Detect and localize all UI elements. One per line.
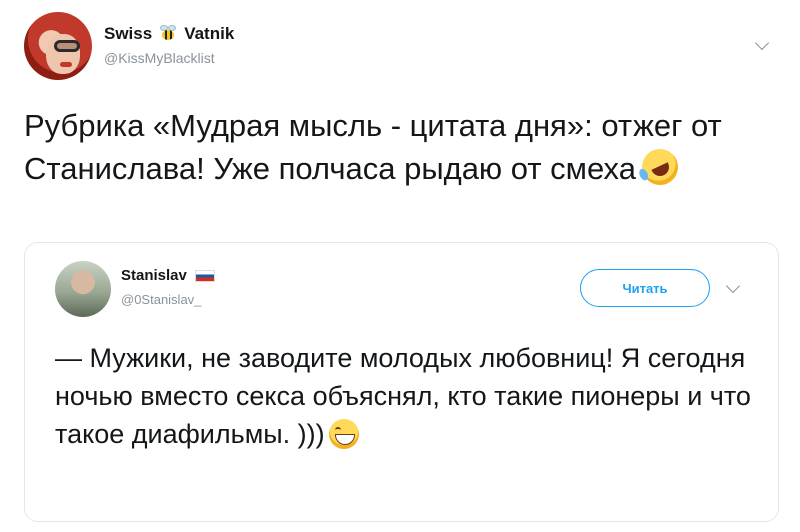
grinning-face-icon	[328, 419, 359, 449]
tweet-text: Рубрика «Мудрая мысль - цитата дня»: отж…	[24, 104, 784, 191]
quoted-author[interactable]: Stanislav @0Stanislav_	[121, 267, 215, 307]
tweet-author[interactable]: Swiss Vatnik @KissMyBlacklist	[104, 24, 234, 66]
avatar-glasses	[54, 40, 80, 52]
author-name-row[interactable]: Swiss Vatnik	[104, 24, 234, 44]
tweet: Swiss Vatnik @KissMyBlacklist Рубрика «М…	[0, 0, 800, 532]
russian-flag-icon	[194, 269, 215, 282]
bee-icon	[158, 24, 178, 44]
quoted-handle[interactable]: @0Stanislav_	[121, 292, 215, 307]
follow-button[interactable]: Читать	[580, 269, 710, 307]
author-name-part2[interactable]: Vatnik	[184, 24, 234, 44]
quoted-text-content: — Мужики, не заводите молодых любовниц! …	[55, 343, 751, 449]
quoted-tweet-card[interactable]: Stanislav @0Stanislav_ Читать — Мужики, …	[24, 242, 779, 522]
chevron-down-icon[interactable]	[725, 279, 743, 297]
rolling-on-floor-laughing-icon	[636, 143, 684, 191]
author-name-part1[interactable]: Swiss	[104, 24, 152, 44]
tweet-text-content: Рубрика «Мудрая мысль - цитата дня»: отж…	[24, 108, 722, 186]
chevron-down-icon[interactable]	[754, 36, 772, 54]
avatar-lips	[60, 62, 72, 67]
quoted-avatar[interactable]	[55, 261, 111, 317]
author-handle[interactable]: @KissMyBlacklist	[104, 50, 234, 66]
quoted-tweet-text: — Мужики, не заводите молодых любовниц! …	[55, 339, 765, 453]
avatar[interactable]	[24, 12, 92, 80]
quoted-author-name[interactable]: Stanislav	[121, 267, 187, 284]
quoted-name-row[interactable]: Stanislav	[121, 267, 215, 284]
